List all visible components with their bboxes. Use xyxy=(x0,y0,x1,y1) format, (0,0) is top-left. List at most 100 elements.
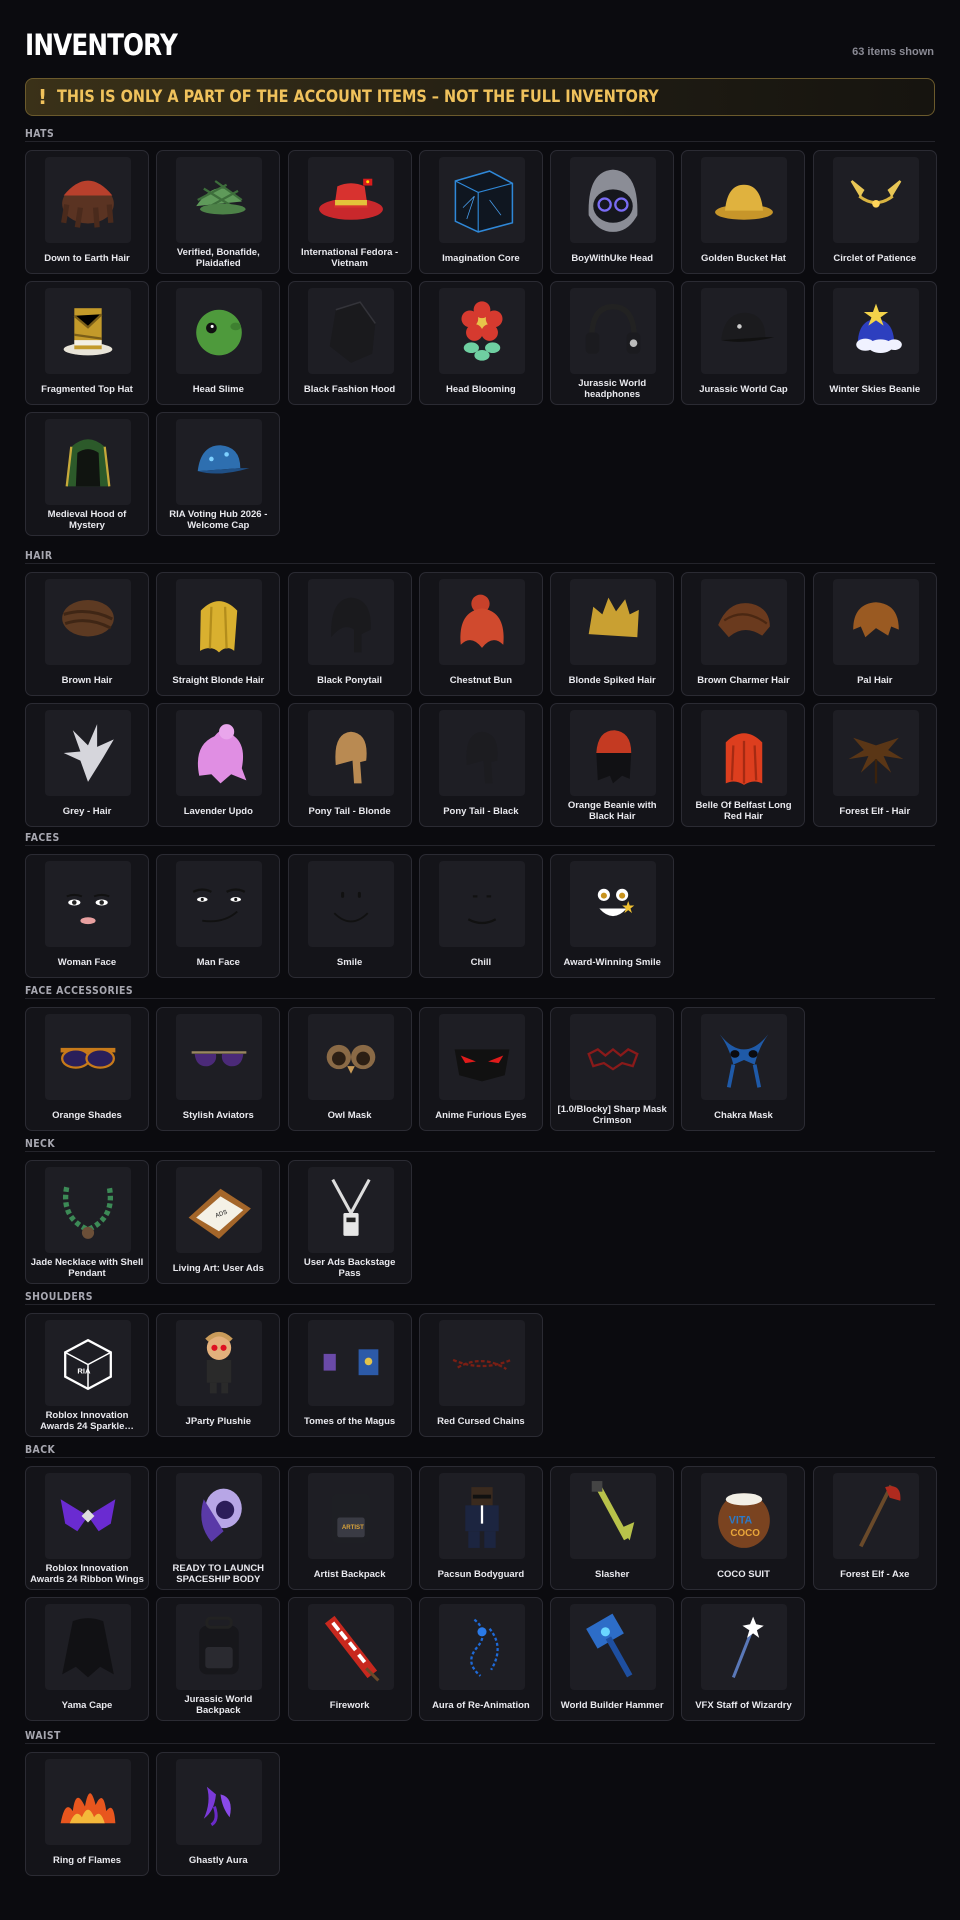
item-card[interactable]: Golden Bucket Hat xyxy=(681,150,806,274)
item-card[interactable]: RIA Voting Hub 2026 - Welcome Cap xyxy=(156,412,281,536)
item-card[interactable]: Man Face xyxy=(156,854,281,978)
item-card[interactable]: Yama Cape xyxy=(25,1597,149,1721)
chains-icon xyxy=(438,1320,525,1406)
item-name: Ring of Flames xyxy=(52,1854,122,1866)
item-card[interactable]: Lavender Updo xyxy=(156,703,281,827)
item-card[interactable]: Belle Of Belfast Long Red Hair xyxy=(681,703,806,827)
headphones-icon xyxy=(570,288,657,374)
item-card[interactable]: Red Cursed Chains xyxy=(418,1313,543,1437)
item-card[interactable]: Head Blooming xyxy=(418,281,543,405)
item-card[interactable]: Black Fashion Hood xyxy=(287,281,412,405)
item-card[interactable]: Stylish Aviators xyxy=(156,1007,281,1131)
hair-grey-icon xyxy=(45,710,131,796)
item-card[interactable]: Winter Skies Beanie xyxy=(812,281,937,405)
firework-icon xyxy=(307,1604,394,1690)
item-card[interactable]: Down to Earth Hair xyxy=(25,150,149,274)
item-card[interactable]: Aura of Re-Animation xyxy=(418,1597,543,1721)
item-card[interactable]: World Builder Hammer xyxy=(550,1597,675,1721)
item-card[interactable]: VITA COCO COCO SUIT xyxy=(681,1466,806,1590)
item-card[interactable]: Pony Tail - Blonde xyxy=(287,703,412,827)
item-name: Straight Blonde Hair xyxy=(172,674,265,686)
hair-pony-blonde-icon xyxy=(307,710,394,796)
section-label: SHOULDERS xyxy=(25,1290,93,1303)
item-name: Award-Winning Smile xyxy=(563,956,661,968)
item-card[interactable]: Fragmented Top Hat xyxy=(25,281,149,405)
item-card[interactable]: JParty Plushie xyxy=(156,1313,281,1437)
item-card[interactable]: Straight Blonde Hair xyxy=(156,572,281,696)
item-card[interactable]: Circlet of Patience xyxy=(812,150,937,274)
lanyard-icon xyxy=(307,1167,394,1253)
item-name: Winter Skies Beanie xyxy=(829,383,921,395)
item-card[interactable]: Ghastly Aura xyxy=(156,1752,281,1876)
item-card[interactable]: Jurassic World Cap xyxy=(681,281,806,405)
item-card[interactable]: Blonde Spiked Hair xyxy=(550,572,675,696)
item-card[interactable]: Forest Elf - Axe xyxy=(812,1466,937,1590)
circlet-icon xyxy=(832,157,919,243)
item-name: Slasher xyxy=(595,1568,630,1580)
page-title: INVENTORY xyxy=(25,28,178,62)
item-card[interactable]: Award-Winning Smile xyxy=(550,854,675,978)
cape-icon xyxy=(45,1604,131,1690)
item-card[interactable]: Black Ponytail xyxy=(287,572,412,696)
cube-icon xyxy=(438,157,525,243)
item-card[interactable]: READY TO LAUNCH SPACESHIP BODY xyxy=(156,1466,281,1590)
item-card[interactable]: Owl Mask xyxy=(287,1007,412,1131)
item-name: Fragmented Top Hat xyxy=(41,383,133,395)
item-card[interactable]: Jurassic World Backpack xyxy=(156,1597,281,1721)
item-card[interactable]: Woman Face xyxy=(25,854,149,978)
item-card[interactable]: User Ads Backstage Pass xyxy=(287,1160,412,1284)
item-card[interactable]: Imagination Core xyxy=(418,150,543,274)
item-card[interactable]: Brown Charmer Hair xyxy=(681,572,806,696)
section-header: HAIR xyxy=(25,549,935,564)
item-name: Ghastly Aura xyxy=(188,1854,248,1866)
item-card[interactable]: VFX Staff of Wizardry xyxy=(681,1597,806,1721)
item-card[interactable]: International Fedora - Vietnam xyxy=(287,150,412,274)
hood-head-icon xyxy=(570,157,657,243)
item-name: Golden Bucket Hat xyxy=(700,252,786,264)
svg-text:ARTIST: ARTIST xyxy=(341,1524,363,1531)
item-card[interactable]: Chill xyxy=(418,854,543,978)
section-shoulders: SHOULDERS RIA Roblox Innovation Awards 24 … xyxy=(25,1290,935,1437)
item-card[interactable]: BoyWithUke Head xyxy=(550,150,675,274)
hair-pony-black-icon xyxy=(438,710,525,796)
item-name: Head Slime xyxy=(192,383,244,395)
face-chill-icon xyxy=(438,861,525,947)
item-name: Owl Mask xyxy=(327,1109,372,1121)
item-card[interactable]: [1.0/Blocky] Sharp Mask Crimson xyxy=(550,1007,675,1131)
item-card[interactable]: Pacsun Bodyguard xyxy=(418,1466,543,1590)
item-card[interactable]: Jurassic World headphones xyxy=(550,281,675,405)
item-card[interactable]: RIA Roblox Innovation Awards 24 Sparkle… xyxy=(25,1313,149,1437)
item-name: Roblox Innovation Awards 24 Ribbon Wings xyxy=(30,1563,144,1585)
item-name: World Builder Hammer xyxy=(560,1699,664,1711)
item-card[interactable]: ADS Living Art: User Ads xyxy=(156,1160,281,1284)
item-card[interactable]: Pony Tail - Black xyxy=(418,703,543,827)
item-card[interactable]: Ring of Flames xyxy=(25,1752,149,1876)
item-card[interactable]: Jade Necklace with Shell Pendant xyxy=(25,1160,149,1284)
hair-black-icon xyxy=(307,579,394,665)
item-card[interactable]: Orange Shades xyxy=(25,1007,149,1131)
item-card[interactable]: Chestnut Bun xyxy=(418,572,543,696)
item-card[interactable]: Brown Hair xyxy=(25,572,149,696)
item-card[interactable]: Medieval Hood of Mystery xyxy=(25,412,149,536)
hair-red-icon xyxy=(438,579,525,665)
item-card[interactable]: Head Slime xyxy=(156,281,281,405)
item-card[interactable]: Orange Beanie with Black Hair xyxy=(550,703,675,827)
item-name: Head Blooming xyxy=(446,383,516,395)
item-card[interactable]: Verified, Bonafide, Plaidafied xyxy=(156,150,281,274)
item-name: Brown Charmer Hair xyxy=(697,674,790,686)
item-card[interactable]: Forest Elf - Hair xyxy=(812,703,937,827)
item-card[interactable]: Chakra Mask xyxy=(681,1007,806,1131)
item-card[interactable]: ARTIST Artist Backpack xyxy=(287,1466,412,1590)
item-card[interactable]: Grey - Hair xyxy=(25,703,149,827)
item-card[interactable]: Firework xyxy=(287,1597,412,1721)
item-card[interactable]: Anime Furious Eyes xyxy=(418,1007,543,1131)
section-waist: WAIST Ring of Flames Ghastly Aura xyxy=(25,1729,935,1876)
green-hood-icon xyxy=(45,419,131,505)
item-card[interactable]: Pal Hair xyxy=(812,572,937,696)
item-card[interactable]: Slasher xyxy=(550,1466,675,1590)
item-card[interactable]: Tomes of the Magus xyxy=(287,1313,412,1437)
item-card[interactable]: Roblox Innovation Awards 24 Ribbon Wings xyxy=(25,1466,149,1590)
items-grid: Brown Hair Straight Blonde Hair Black Pony… xyxy=(25,572,937,827)
face-woman-icon xyxy=(45,861,131,947)
item-card[interactable]: Smile xyxy=(287,854,412,978)
